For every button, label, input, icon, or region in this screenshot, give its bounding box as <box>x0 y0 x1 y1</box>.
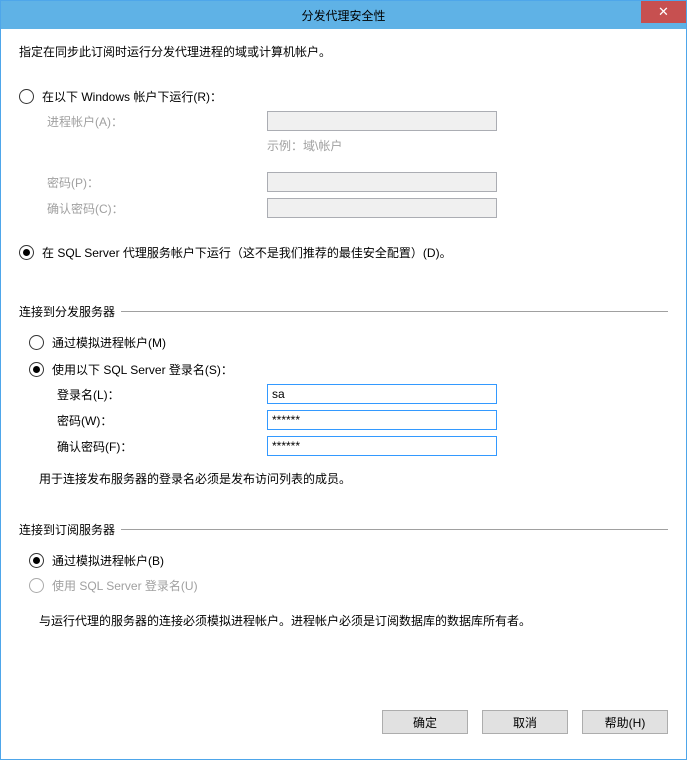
process-account-input[interactable] <box>267 111 497 131</box>
sub-sql-label: 使用 SQL Server 登录名(U) <box>52 577 198 594</box>
runas-password-label: 密码(P)： <box>47 174 267 191</box>
dist-password-label: 密码(W)： <box>57 412 267 429</box>
dist-login-input[interactable] <box>267 384 497 404</box>
instruction-text: 指定在同步此订阅时运行分发代理进程的域或计算机帐户。 <box>19 43 668 60</box>
runas-password-input[interactable] <box>267 172 497 192</box>
runas-sqlagent-radio[interactable] <box>19 245 34 260</box>
sub-sql-radio <box>29 578 44 593</box>
divider-line <box>121 529 668 530</box>
process-account-example: 示例：域\帐户 <box>267 137 342 154</box>
help-button[interactable]: 帮助(H) <box>582 710 668 734</box>
distributor-header: 连接到分发服务器 <box>19 303 668 320</box>
ok-button[interactable]: 确定 <box>382 710 468 734</box>
dialog-window: 分发代理安全性 ✕ 指定在同步此订阅时运行分发代理进程的域或计算机帐户。 在以下… <box>0 0 687 760</box>
process-account-label: 进程帐户(A)： <box>47 113 267 130</box>
dist-impersonate-label: 通过模拟进程帐户(M) <box>52 334 166 351</box>
runas-windows-radio[interactable] <box>19 89 34 104</box>
subscriber-header: 连接到订阅服务器 <box>19 521 668 538</box>
subscriber-section: 连接到订阅服务器 通过模拟进程帐户(B) 使用 SQL Server 登录名(U… <box>19 521 668 629</box>
dist-password-input[interactable] <box>267 410 497 430</box>
cancel-button[interactable]: 取消 <box>482 710 568 734</box>
runas-windows-label: 在以下 Windows 帐户下运行(R)： <box>42 88 222 105</box>
runas-confirm-password-label: 确认密码(C)： <box>47 200 267 217</box>
dist-sql-radio[interactable] <box>29 362 44 377</box>
dist-confirm-password-label: 确认密码(F)： <box>57 438 267 455</box>
distributor-header-text: 连接到分发服务器 <box>19 303 115 320</box>
sub-impersonate-label: 通过模拟进程帐户(B) <box>52 552 164 569</box>
dist-sql-label: 使用以下 SQL Server 登录名(S)： <box>52 361 233 378</box>
button-bar: 确定 取消 帮助(H) <box>1 699 686 759</box>
dialog-body: 指定在同步此订阅时运行分发代理进程的域或计算机帐户。 在以下 Windows 帐… <box>1 29 686 699</box>
distributor-section: 连接到分发服务器 通过模拟进程帐户(M) 使用以下 SQL Server 登录名… <box>19 303 668 487</box>
runas-sqlagent-label: 在 SQL Server 代理服务帐户下运行（这不是我们推荐的最佳安全配置）(D… <box>42 244 452 261</box>
sub-impersonate-radio[interactable] <box>29 553 44 568</box>
dist-confirm-password-input[interactable] <box>267 436 497 456</box>
window-title: 分发代理安全性 <box>301 7 385 24</box>
subscriber-header-text: 连接到订阅服务器 <box>19 521 115 538</box>
close-icon: ✕ <box>658 4 669 20</box>
runas-confirm-password-input[interactable] <box>267 198 497 218</box>
runas-section: 在以下 Windows 帐户下运行(R)： 进程帐户(A)： 示例：域\帐户 密… <box>19 88 668 261</box>
title-bar: 分发代理安全性 ✕ <box>1 1 686 29</box>
close-button[interactable]: ✕ <box>641 1 686 23</box>
runas-sqlagent-row: 在 SQL Server 代理服务帐户下运行（这不是我们推荐的最佳安全配置）(D… <box>19 244 668 261</box>
dist-login-label: 登录名(L)： <box>57 386 267 403</box>
dist-impersonate-radio[interactable] <box>29 335 44 350</box>
runas-windows-row: 在以下 Windows 帐户下运行(R)： <box>19 88 668 105</box>
sub-note: 与运行代理的服务器的连接必须模拟进程帐户。进程帐户必须是订阅数据库的数据库所有者… <box>39 612 668 629</box>
dist-note: 用于连接发布服务器的登录名必须是发布访问列表的成员。 <box>39 470 668 487</box>
divider-line <box>121 311 668 312</box>
